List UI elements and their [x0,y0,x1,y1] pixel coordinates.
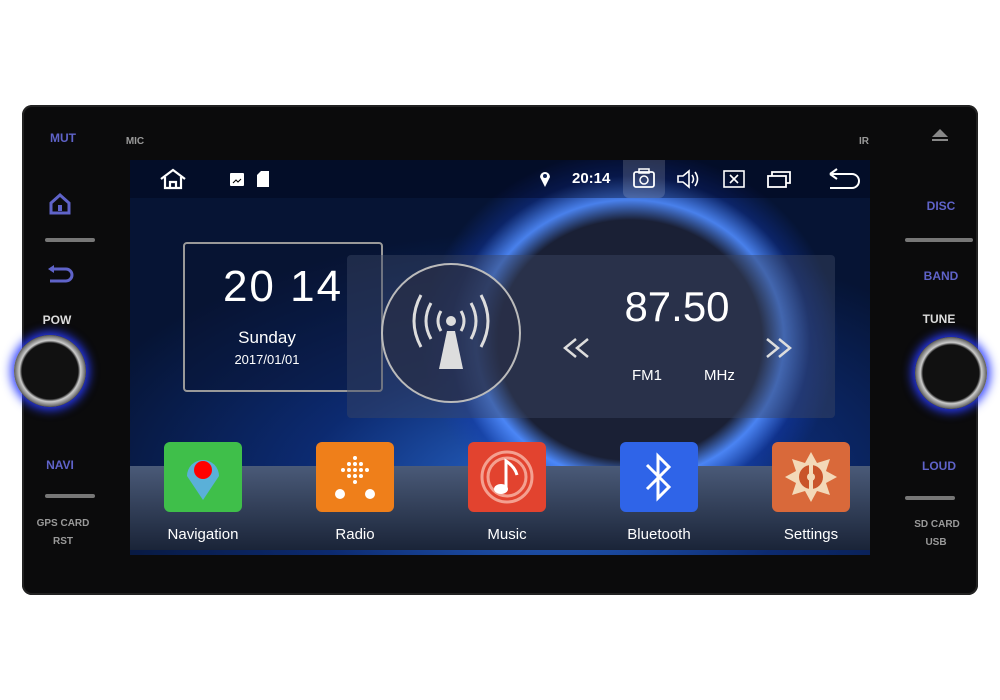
disc-button[interactable]: DISC [911,199,971,213]
close-box-icon [723,170,745,188]
eject-icon [932,129,948,141]
back-hw-button[interactable] [46,264,74,284]
settings-icon [772,442,850,512]
back-icon [48,265,74,283]
status-bar: 20:14 [130,160,870,198]
touch-screen: 20:14 20 14 Sunday 2017/01/01 87.50 FM1 … [130,160,870,555]
usb-label: USB [925,537,947,548]
close-app-button[interactable] [722,168,746,190]
radio-icon [316,442,394,512]
rewind-icon [563,338,589,358]
app-label: Music [487,526,527,543]
band-button[interactable]: BAND [911,269,971,283]
bluetooth-icon [620,442,698,512]
disc-slot [905,238,973,242]
app-label: Navigation [167,526,239,543]
pow-label: POW [42,313,72,327]
back-icon [829,168,860,189]
sd-card-label: SD CARD [914,519,960,530]
slot [45,238,95,242]
clock-day: Sunday [238,328,296,347]
app-label: Settings [783,526,839,543]
map-pin-icon [164,442,242,512]
back-button[interactable] [828,168,862,190]
eject-button[interactable] [930,128,950,142]
home-hw-button[interactable] [48,192,72,216]
ir-label: IR [859,136,869,147]
tune-knob[interactable] [915,337,987,409]
radio-band: FM1 [632,367,662,384]
seek-forward-button[interactable] [763,337,793,359]
home-icon [160,168,186,190]
gps-card-label: GPS CARD [36,518,90,529]
app-label: Radio [335,526,375,543]
gallery-icon [230,168,244,190]
music-note-icon [468,442,546,512]
sd-card-slot[interactable] [905,496,955,500]
home-button[interactable] [158,168,188,190]
rst-button[interactable]: RST [33,536,93,547]
mic-label: MIC [125,136,145,147]
app-label: Bluetooth [627,526,691,543]
radio-unit: MHz [704,367,735,384]
power-volume-knob[interactable] [14,335,86,407]
recents-icon [767,171,791,188]
radio-widget[interactable]: 87.50 FM1 MHz [347,255,835,418]
volume-icon [677,169,699,189]
clock-date: 2017/01/01 [234,352,300,367]
screenshot-button[interactable] [623,160,665,198]
camera-icon [633,168,655,188]
location-icon [539,168,551,190]
fast-forward-icon [766,338,792,358]
mute-button[interactable]: MUT [33,131,93,145]
tune-label: TUNE [922,312,956,326]
recents-button[interactable] [766,168,792,190]
volume-button[interactable] [676,168,702,190]
app-dock: Navigation Radio Music Bluetooth Setting… [130,430,870,550]
loud-button[interactable]: LOUD [909,459,969,473]
navi-button[interactable]: NAVI [30,458,90,472]
radio-antenna-icon[interactable] [381,263,521,403]
gps-card-slot[interactable] [45,494,95,498]
radio-frequency: 87.50 [624,283,730,330]
sd-card-icon [257,168,269,190]
home-icon [49,192,71,215]
status-time: 20:14 [572,170,611,187]
seek-back-button[interactable] [562,337,592,359]
